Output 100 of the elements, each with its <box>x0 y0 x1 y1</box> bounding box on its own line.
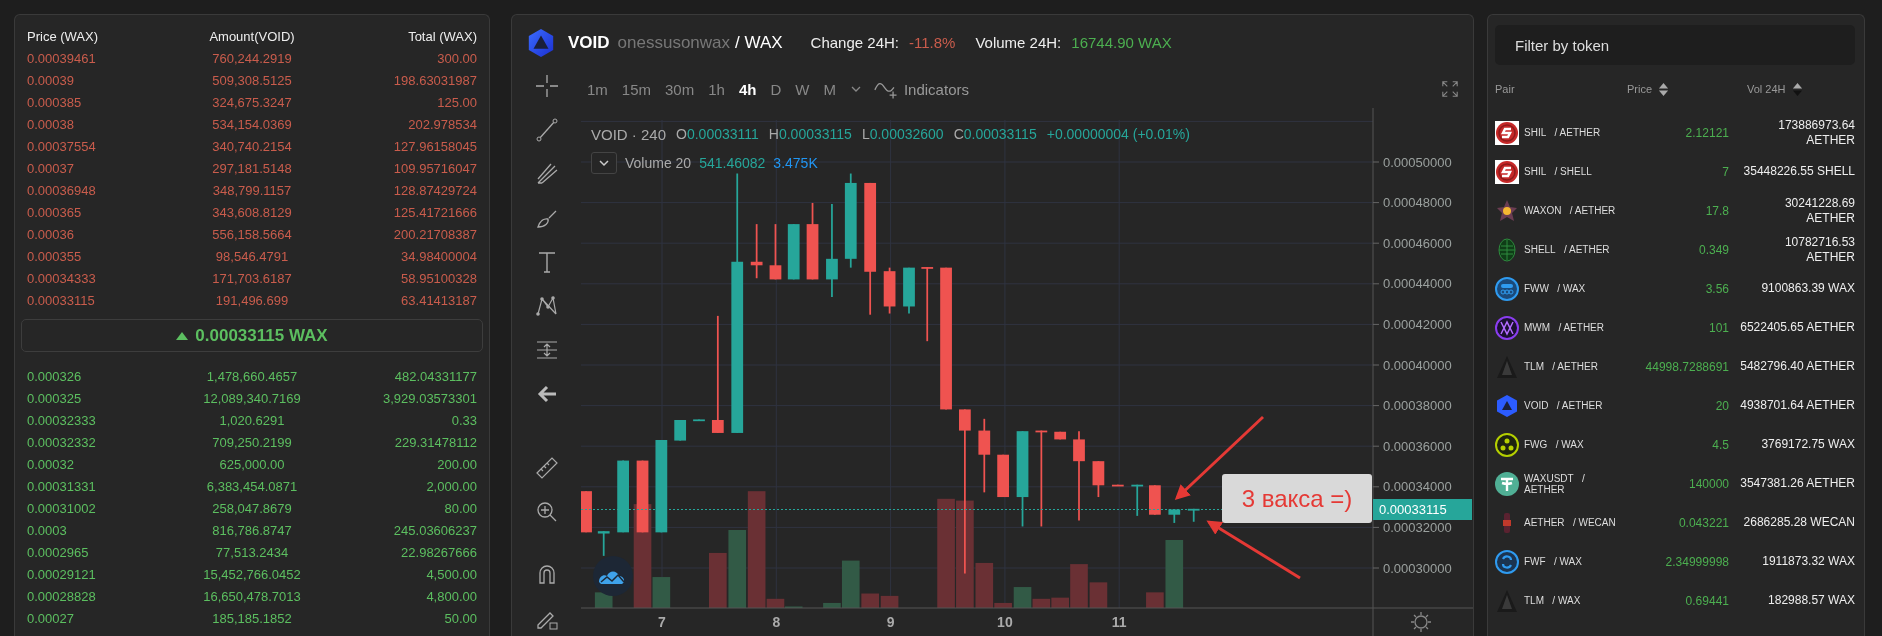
table-cell-text: 200.21708387 <box>392 226 477 242</box>
pair-name[interactable]: WAXON / AETHER <box>1521 205 1619 216</box>
table-cell-text: 0.00039 <box>27 72 75 88</box>
timeframe-tab[interactable]: 4h <box>732 78 763 100</box>
ruler-icon[interactable] <box>534 456 559 480</box>
price-axis-label: 0.00050000 <box>1383 154 1452 170</box>
table-cell-text: 109.95716047 <box>392 160 477 176</box>
indicators-button[interactable]: Indicators <box>869 77 973 101</box>
candle <box>674 419 687 442</box>
table-cell-text: 0.00037 <box>27 160 75 176</box>
volume-bar <box>709 552 727 608</box>
table-cell-text: 0.0002965 <box>27 544 90 560</box>
pair-name[interactable]: AETHER / WECAN <box>1521 517 1619 528</box>
candle <box>1111 483 1124 487</box>
pair-name[interactable]: TLM / AETHER <box>1521 361 1619 372</box>
table-cell-text: 58.95100328 <box>400 270 477 286</box>
volume-cell-text: 5482796.40 AETHER <box>1739 359 1855 374</box>
collapse-button[interactable] <box>591 152 617 174</box>
table-cell-text: 185,185.1852 <box>211 610 293 626</box>
stat-value: -11.8% <box>909 34 956 51</box>
table-cell-text: 191,496.699 <box>214 292 290 308</box>
chevron-down-icon[interactable] <box>849 85 862 93</box>
timeframe-tab[interactable]: D <box>764 78 788 100</box>
price-axis-label: 0.00042000 <box>1383 316 1452 332</box>
figure-icon <box>1495 354 1519 379</box>
line-tool-icon[interactable] <box>534 118 559 142</box>
timeframe-tab[interactable]: M <box>817 78 842 100</box>
table-cell-text: 16,650,478.7013 <box>202 588 302 604</box>
sort-icon[interactable] <box>1658 81 1670 97</box>
measure-lines-icon[interactable] <box>534 338 559 362</box>
table-cell-text: 0.00027 <box>27 610 75 626</box>
volume-cell-text: 3547381.26 AETHER <box>1739 476 1855 491</box>
filter-field[interactable]: Filter by token <box>1495 25 1855 65</box>
candle <box>693 418 705 422</box>
table-cell-text: 3,929.03573301 <box>382 390 477 406</box>
timeframe-tab[interactable]: 1h <box>702 78 731 100</box>
volume-cell-text: 30241228.69 AETHER <box>1783 195 1855 226</box>
cloud-icon[interactable] <box>593 556 633 596</box>
table-cell-text: 556,158.5664 <box>211 226 293 242</box>
table-cell-text: 0.33 <box>450 412 477 428</box>
table-cell-text: 198.63031987 <box>392 72 477 88</box>
table-cell-text: 300.00 <box>436 50 477 66</box>
table-cell-text: 125.41721666 <box>392 204 477 220</box>
pair-name[interactable]: FWW / WAX <box>1521 283 1619 294</box>
coin-icon <box>1495 315 1519 340</box>
table-cell-text: 245.03606237 <box>392 522 477 538</box>
ohlc-value: O0.00033111 <box>676 126 759 143</box>
table-cell-text: 0.0003 <box>27 522 68 538</box>
settings-icon[interactable] <box>1410 611 1432 633</box>
fullscreen-icon[interactable] <box>1441 80 1459 98</box>
table-cell-text: 2,000.00 <box>425 478 477 494</box>
pair-name[interactable]: FWG / WAX <box>1521 439 1619 450</box>
column-header: Total (WAX) <box>407 28 477 44</box>
table-cell-text: 297,181.5148 <box>211 160 293 176</box>
change-value: +0.00000004 (+0.01%) <box>1046 126 1190 143</box>
column-header: Price (WAX) <box>27 28 100 44</box>
table-cell-text: 534,154.0369 <box>211 116 293 132</box>
table-cell-text: 509,308.5125 <box>211 72 293 88</box>
time-axis-label: 9 <box>886 614 895 630</box>
pair-name[interactable]: TLM / WAX <box>1521 595 1619 606</box>
candle <box>1092 460 1105 498</box>
timeframe-tab[interactable]: 15m <box>615 78 658 100</box>
table-cell-text: 0.000325 <box>27 390 83 406</box>
pair-name[interactable]: SHIL / SHELL <box>1521 166 1619 177</box>
candle <box>769 223 782 281</box>
pair-name[interactable]: MWM / AETHER <box>1521 322 1619 333</box>
pattern-icon[interactable] <box>534 294 559 318</box>
timeframe-tab[interactable]: 30m <box>659 78 701 100</box>
price-cell-text: 0.043221 <box>1677 515 1729 530</box>
price-cell-text: 17.8 <box>1704 203 1729 218</box>
volume-cell-text: 182988.57 WAX <box>1767 593 1855 608</box>
table-cell-text: 98,546.4791 <box>214 248 290 264</box>
timeframe-tab[interactable]: 1m <box>581 78 614 100</box>
sort-icon[interactable] <box>1791 81 1803 97</box>
table-cell-text: 200.00 <box>436 456 477 472</box>
hexagon-icon <box>526 27 556 58</box>
crosshair-icon[interactable] <box>534 74 559 98</box>
zoom-in-icon[interactable] <box>534 500 559 524</box>
pair-name[interactable]: FWF / WAX <box>1521 556 1619 567</box>
pair-name[interactable]: SHIL / AETHER <box>1521 127 1619 138</box>
pair-issuer: onessusonwax <box>617 32 731 53</box>
last-price: 0.00033115 WAX <box>195 325 328 346</box>
table-cell-text: 12,089,340.7169 <box>202 390 302 406</box>
volume-cell-text: 1911873.32 WAX <box>1761 554 1855 569</box>
chevron-down-icon <box>598 159 610 167</box>
table-cell-text: 229.31478112 <box>393 434 477 450</box>
table-cell-text: 0.00036 <box>27 226 75 242</box>
table-cell-text: 348,799.1157 <box>211 182 293 198</box>
pair-name[interactable]: SHELL / AETHER <box>1521 244 1619 255</box>
table-cell-text: 0.00033115 <box>27 292 96 308</box>
table-cell-text: 709,250.2199 <box>211 434 293 450</box>
table-cell-text: 482.04331177 <box>393 368 477 384</box>
pair-name[interactable]: VOID / AETHER <box>1521 400 1619 411</box>
timeframe-tab[interactable]: W <box>789 78 816 100</box>
hexagon-icon <box>1495 393 1519 418</box>
price-cell-text: 0.349 <box>1697 242 1729 257</box>
table-cell-text: 0.00034333 <box>27 270 97 286</box>
pair-quote: / WAX <box>735 32 783 53</box>
pair-name[interactable]: WAXUSDT / AETHER <box>1521 472 1619 495</box>
table-cell-text: 0.00036948 <box>27 182 97 198</box>
